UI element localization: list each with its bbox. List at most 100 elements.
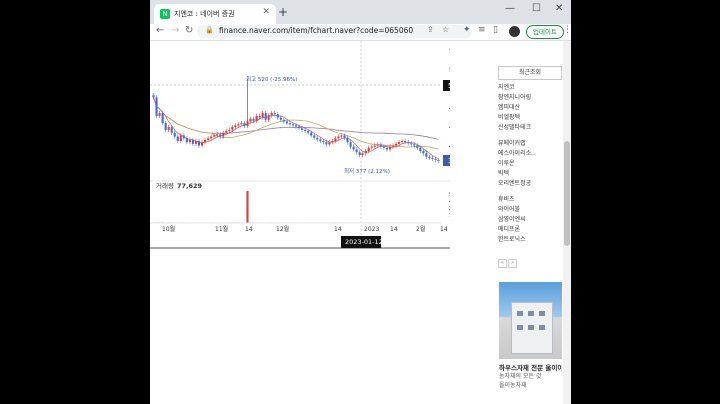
candle-body — [410, 143, 413, 145]
volume-tick-label: 5.48m — [449, 192, 450, 198]
window-minimize-button[interactable]: — — [505, 3, 515, 14]
candle-body — [164, 123, 167, 130]
volume-value: 77,629 — [177, 182, 203, 190]
candle-body — [273, 113, 276, 115]
recent-header[interactable]: 최근조회 — [498, 66, 562, 79]
extensions-icon[interactable]: ✦ — [463, 25, 471, 35]
recent-item[interactable]: 삼영이엔씨 — [498, 215, 562, 225]
ad-banner[interactable]: 하우스자재 전문 올이이 농자재의 모든 것 올이농자재 — [499, 282, 562, 404]
side-panel-icon[interactable]: ▯ — [493, 25, 498, 35]
volume-bar — [246, 191, 249, 223]
recent-item[interactable]: 이루온 — [498, 159, 562, 169]
candle-body — [337, 136, 340, 139]
candle-body — [352, 146, 355, 150]
price-tick-label: 480 — [449, 104, 450, 112]
recent-item[interactable]: 뷰메이커랩 — [498, 139, 562, 149]
tab-close-icon[interactable]: ✕ — [262, 7, 270, 17]
date-tick-label: 14 — [334, 226, 342, 233]
candle-body — [182, 135, 185, 139]
candle-body — [428, 156, 431, 158]
candle-body — [258, 115, 261, 118]
address-bar[interactable]: 🔒 finance.naver.com/item/fchart.naver?co… — [197, 25, 472, 38]
page-content: 576 544 480 448 416 515 385 최고 520 (-25.96%)… — [150, 41, 571, 404]
candle-body — [161, 113, 164, 124]
candle-body — [173, 132, 176, 137]
candle-body — [222, 132, 225, 137]
recent-item[interactable]: 참엔지니어링 — [498, 93, 562, 103]
recent-item[interactable]: 메디프론 — [498, 225, 562, 235]
candle-body — [361, 153, 364, 156]
recent-item[interactable]: 지엔코 — [498, 83, 562, 93]
price-tick-label: 416 — [449, 142, 450, 150]
pager-next-button[interactable]: » — [508, 259, 517, 268]
window-maximize-button[interactable]: ☐ — [532, 3, 541, 14]
recent-item[interactable]: 휴비츠 — [498, 195, 562, 205]
profile-avatar[interactable] — [509, 26, 520, 37]
page-scrollbar[interactable] — [563, 41, 571, 404]
update-button[interactable]: 업데이트 — [526, 25, 564, 39]
date-tick-label: 14 — [440, 226, 448, 233]
candle-body — [276, 114, 279, 118]
share-icon[interactable]: ⇪ — [427, 25, 434, 34]
recent-item[interactable]: 신성델타테크 — [498, 123, 562, 133]
candle-body — [179, 135, 182, 142]
recent-list: 지엔코 참엔지니어링 엠피대산 비엘팜텍 신성델타테크뷰메이커랩 에스아이리소.. 이루온 빅… — [498, 79, 562, 245]
price-tick-label: 576 — [449, 47, 450, 55]
candle-body — [343, 135, 346, 138]
volume-label: 거래량 — [156, 181, 174, 190]
tab-bar: N 지엔코 : 네이버 증권 ✕ + — ☐ ✕ — [150, 0, 571, 24]
tab-current[interactable]: N 지엔코 : 네이버 증권 ✕ — [154, 4, 276, 24]
candle-body — [404, 141, 407, 143]
ad-title[interactable]: 하우스자재 전문 올이이 — [499, 362, 562, 372]
candle-body — [316, 137, 319, 140]
date-tick-label: 10월 — [162, 225, 175, 233]
high-annotation: 최고 520 (-25.96%) — [246, 75, 297, 83]
candle-body — [328, 142, 331, 145]
candle-body — [355, 149, 358, 153]
candle-body — [349, 142, 352, 147]
back-icon[interactable]: ← — [156, 25, 164, 36]
recent-item[interactable]: 한트로닉스 — [498, 235, 562, 245]
volume-tick-label: 2.74m — [449, 206, 450, 212]
forward-icon[interactable]: → — [171, 25, 179, 36]
candle-body — [385, 147, 389, 150]
date-tick-label: 12월 — [276, 225, 289, 233]
bookmark-star-icon[interactable]: ☆ — [442, 25, 449, 34]
scrollbar-thumb[interactable] — [564, 141, 570, 246]
recent-item[interactable]: 오리엔트정공 — [498, 179, 562, 189]
candle-body — [219, 134, 222, 137]
candle-body — [267, 115, 270, 120]
candle-body — [167, 127, 170, 130]
recent-item[interactable]: 비엘팜텍 — [498, 113, 562, 123]
recent-item[interactable]: 빅텍 — [498, 169, 562, 179]
recent-item[interactable]: 에스아이리소.. — [498, 149, 562, 159]
url-text[interactable]: finance.naver.com/item/fchart.naver?code… — [219, 26, 413, 35]
candle-body — [291, 124, 295, 126]
window-close-button[interactable]: ✕ — [555, 3, 563, 14]
pager-prev-button[interactable]: « — [498, 259, 507, 268]
candle-body — [373, 145, 376, 147]
date-tick-label: 14 — [245, 226, 253, 233]
stock-chart[interactable]: 576 544 480 448 416 515 385 최고 520 (-25.96%)… — [150, 41, 450, 251]
ad-line2[interactable]: 올이농자재 — [499, 381, 562, 390]
candle-body — [176, 136, 179, 142]
candle-body — [325, 142, 328, 145]
candle-body — [422, 151, 425, 154]
lock-icon[interactable]: 🔒 — [205, 26, 214, 34]
recent-item[interactable]: 엠피대산 — [498, 103, 562, 113]
date-tick-label: 2월 — [416, 225, 425, 233]
new-tab-icon[interactable]: + — [278, 5, 288, 19]
candle-body — [407, 142, 410, 144]
reading-list-icon[interactable]: ≡ — [478, 25, 486, 35]
chart-background — [150, 41, 450, 251]
ad-line1[interactable]: 농자재의 모든 것 — [499, 372, 562, 381]
menu-icon[interactable]: ⋮ — [563, 25, 571, 35]
candle-body — [234, 125, 237, 128]
browser-window: N 지엔코 : 네이버 증권 ✕ + — ☐ ✕ ← → ↻ 🔒 finance… — [150, 0, 571, 404]
ad-image[interactable] — [499, 282, 562, 359]
recent-item[interactable]: 와이어블 — [498, 205, 562, 215]
price-tick-label: 448 — [449, 123, 450, 131]
candle-body — [270, 113, 273, 116]
candle-body — [203, 139, 207, 143]
reload-icon[interactable]: ↻ — [185, 25, 193, 36]
